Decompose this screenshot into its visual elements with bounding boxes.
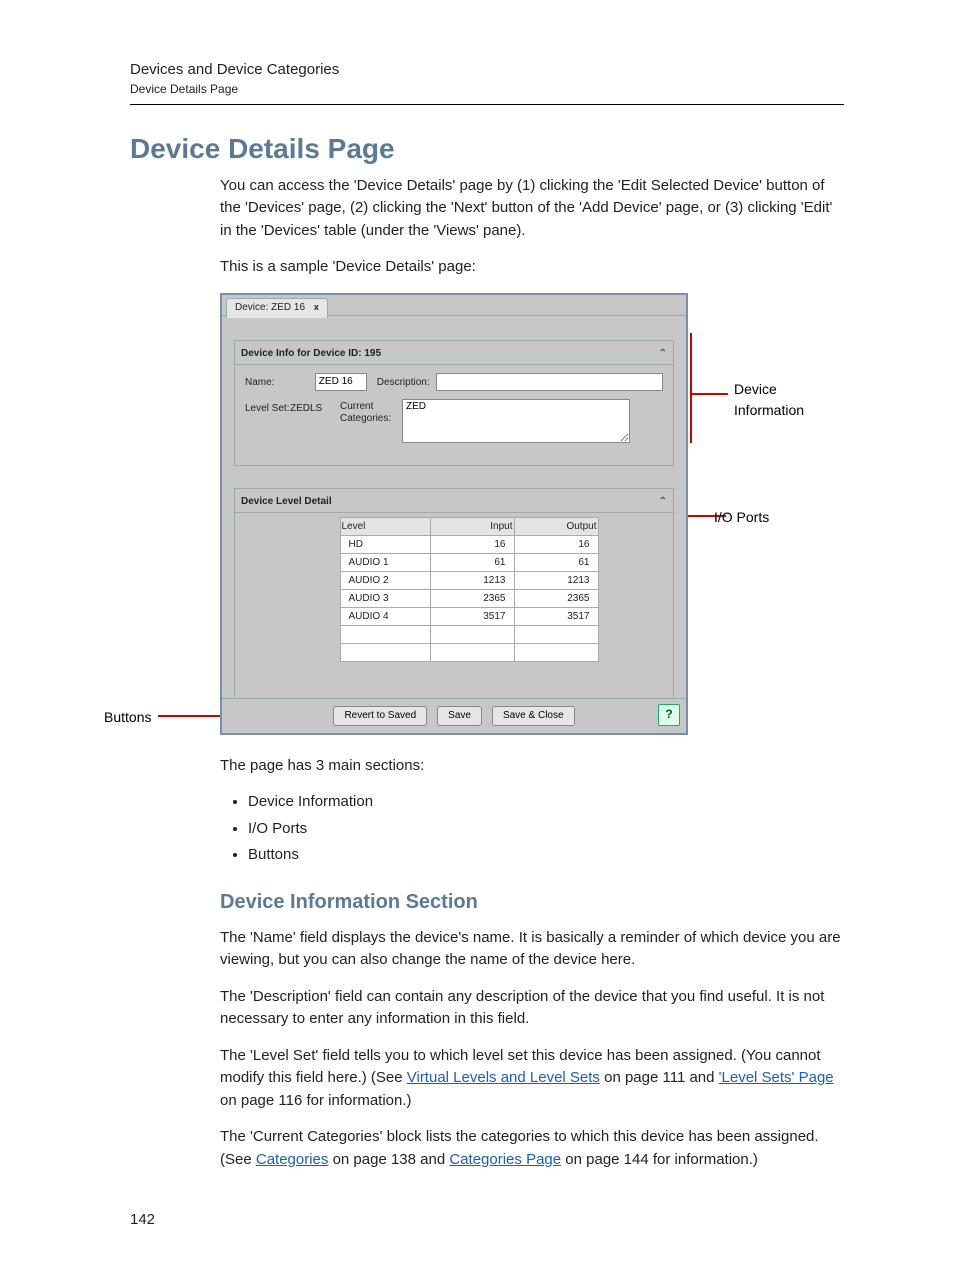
current-categories-label: Current Categories: — [340, 399, 396, 425]
name-label: Name: — [245, 373, 315, 390]
running-header-chapter: Devices and Device Categories — [130, 60, 844, 80]
collapse-icon[interactable]: ⌃ — [659, 494, 667, 509]
table-row[interactable]: AUDIO 2 1213 1213 — [340, 571, 598, 589]
panel-level-detail-title: Device Level Detail — [241, 494, 332, 509]
save-button[interactable]: Save — [437, 706, 482, 726]
link-categories[interactable]: Categories — [256, 1151, 329, 1168]
name-field[interactable] — [315, 373, 367, 391]
link-virtual-levels[interactable]: Virtual Levels and Level Sets — [407, 1069, 600, 1086]
callout-line — [690, 393, 728, 395]
subsection-p4: The 'Current Categories' block lists the… — [220, 1126, 844, 1171]
tab-bar: Device: ZED 16 x — [222, 295, 686, 316]
link-level-sets-page[interactable]: 'Level Sets' Page — [719, 1069, 834, 1086]
table-row[interactable]: AUDIO 4 3517 3517 — [340, 607, 598, 625]
description-label: Description: — [377, 373, 430, 390]
callout-buttons: Buttons — [104, 707, 151, 728]
level-detail-table: Level Input Output HD 16 16 — [340, 517, 599, 662]
table-row[interactable]: HD 16 16 — [340, 535, 598, 553]
table-row[interactable] — [340, 625, 598, 643]
table-row[interactable]: AUDIO 3 2365 2365 — [340, 589, 598, 607]
close-icon[interactable]: x — [314, 302, 319, 312]
col-output: Output — [514, 517, 598, 535]
levelset-value: ZEDLS — [290, 399, 330, 416]
panel-device-info-title: Device Info for Device ID: 195 — [241, 346, 381, 361]
device-details-figure: Device Information I/O Ports Buttons Dev… — [220, 293, 844, 737]
collapse-icon[interactable]: ⌃ — [659, 346, 667, 361]
col-input: Input — [430, 517, 514, 535]
callout-line — [690, 333, 692, 443]
callout-device-info: Device Information — [734, 379, 804, 421]
bottom-button-bar: Revert to Saved Save Save & Close ? — [222, 698, 686, 733]
app-window: Device: ZED 16 x Device Info for Device … — [220, 293, 688, 735]
intro-paragraph-1: You can access the 'Device Details' page… — [220, 175, 844, 243]
intro-paragraph-2: This is a sample 'Device Details' page: — [220, 256, 844, 279]
sections-list: Device Information I/O Ports Buttons — [220, 791, 844, 867]
panel-device-info: Device Info for Device ID: 195 ⌃ Name: D… — [234, 340, 674, 466]
table-row[interactable]: AUDIO 1 61 61 — [340, 553, 598, 571]
levelset-label: Level Set: — [245, 399, 290, 416]
list-item: Device Information — [248, 791, 844, 814]
list-item: I/O Ports — [248, 818, 844, 841]
tab-device[interactable]: Device: ZED 16 x — [226, 298, 328, 318]
save-close-button[interactable]: Save & Close — [492, 706, 575, 726]
subsection-p2: The 'Description' field can contain any … — [220, 986, 844, 1031]
sections-intro: The page has 3 main sections: — [220, 755, 844, 778]
help-icon[interactable]: ? — [658, 704, 680, 726]
callout-line — [158, 715, 220, 717]
header-rule — [130, 104, 844, 105]
callout-io-ports: I/O Ports — [714, 507, 769, 528]
panel-device-level-detail: Device Level Detail ⌃ Level Input Output — [234, 488, 674, 701]
description-field[interactable] — [436, 373, 663, 391]
current-categories-field[interactable]: ZED — [402, 399, 630, 443]
subsection-title: Device Information Section — [220, 887, 844, 917]
page-title: Device Details Page — [130, 133, 844, 165]
link-categories-page[interactable]: Categories Page — [449, 1151, 561, 1168]
tab-label: Device: ZED 16 — [235, 302, 305, 313]
running-header-section: Device Details Page — [130, 82, 844, 96]
subsection-p1: The 'Name' field displays the device's n… — [220, 927, 844, 972]
table-row[interactable] — [340, 643, 598, 661]
page-number: 142 — [130, 1211, 844, 1228]
list-item: Buttons — [248, 844, 844, 867]
subsection-p3: The 'Level Set' field tells you to which… — [220, 1045, 844, 1113]
col-level: Level — [340, 517, 430, 535]
revert-button[interactable]: Revert to Saved — [333, 706, 427, 726]
